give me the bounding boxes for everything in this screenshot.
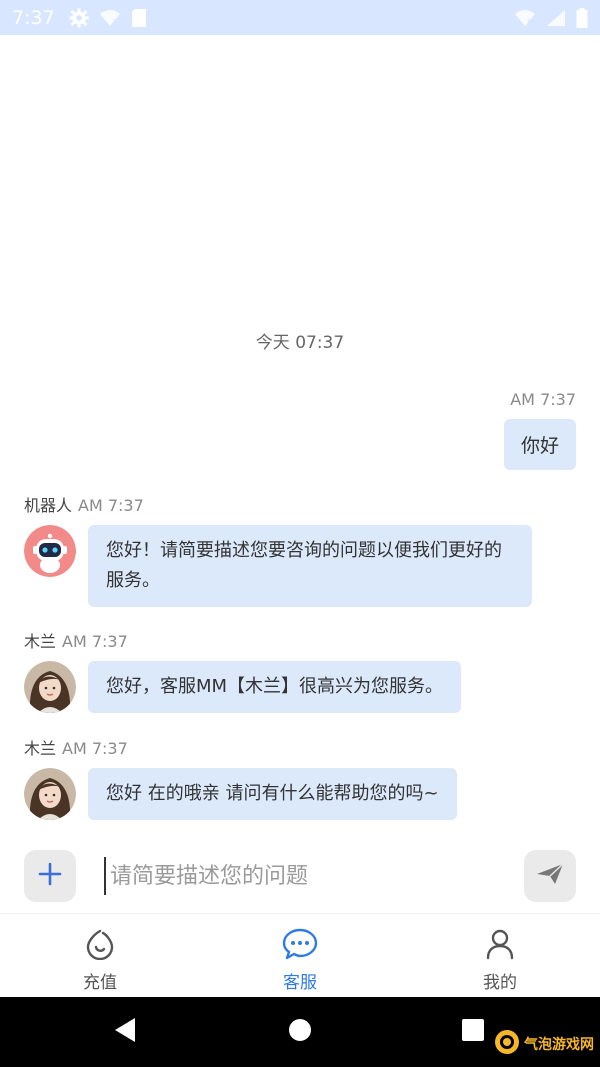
message-bubble: 您好 在的哦亲 请问有什么能帮助您的吗~ [88, 768, 457, 820]
robot-avatar[interactable] [24, 525, 76, 577]
battery-icon [576, 7, 588, 28]
tab-label: 我的 [483, 973, 517, 993]
plus-icon [38, 862, 62, 890]
sd-card-icon [131, 8, 147, 28]
signal-icon [546, 9, 566, 27]
back-triangle-icon [113, 1017, 137, 1047]
settings-icon [69, 8, 89, 28]
date-separator: 今天 07:37 [255, 333, 345, 353]
received-message: 木兰 AM 7:37 您好 在的哦亲 请问有什么能帮助您的吗~ [24, 738, 584, 820]
agent-avatar[interactable] [24, 768, 76, 820]
status-time: 7:37 [12, 6, 55, 29]
send-icon [535, 862, 565, 890]
chat-area[interactable]: 今天 07:37 AM 7:37 你好 机器人 AM 7:37 您好！请简要描述… [0, 35, 600, 845]
send-button[interactable] [524, 850, 576, 902]
input-bar [0, 845, 600, 913]
sent-message-time: AM 7:37 [510, 390, 576, 409]
watermark: 气泡游戏网 [494, 1029, 594, 1059]
status-bar: 7:37 ? [0, 0, 600, 35]
add-attachment-button[interactable] [24, 850, 76, 902]
recent-square-icon [461, 1018, 485, 1046]
received-message: 木兰 AM 7:37 您好，客服MM【木兰】很高兴为您服务。 [24, 631, 584, 713]
svg-text:?: ? [112, 18, 116, 27]
tab-customer-service[interactable]: 客服 [200, 914, 400, 997]
back-button[interactable] [110, 1017, 140, 1047]
watermark-text: 气泡游戏网 [524, 1037, 594, 1053]
bubble-logo-icon [494, 1029, 520, 1059]
message-bubble: 您好，客服MM【木兰】很高兴为您服务。 [88, 661, 462, 713]
received-message: 机器人 AM 7:37 您好！请简要描述您要咨询的问题以便我们更好的服务。 [24, 495, 584, 607]
message-bubble: 您好！请简要描述您要咨询的问题以便我们更好的服务。 [88, 525, 532, 607]
recharge-icon [85, 928, 115, 964]
wifi-off-icon [514, 9, 536, 27]
message-time: AM 7:37 [62, 632, 128, 651]
agent-avatar[interactable] [24, 661, 76, 713]
tab-profile[interactable]: 我的 [400, 914, 600, 997]
message-input[interactable] [104, 857, 510, 895]
sender-name: 木兰 [24, 632, 57, 651]
wifi-question-icon: ? [99, 9, 121, 27]
tab-label: 客服 [283, 973, 317, 993]
message-time: AM 7:37 [78, 496, 144, 515]
tab-label: 充值 [83, 973, 117, 993]
home-circle-icon [288, 1018, 312, 1046]
sender-name: 机器人 [24, 496, 73, 515]
message-time: AM 7:37 [62, 739, 128, 758]
recent-apps-button[interactable] [458, 1017, 488, 1047]
home-button[interactable] [285, 1017, 315, 1047]
tab-recharge[interactable]: 充值 [0, 914, 200, 997]
system-nav-bar: 气泡游戏网 [0, 997, 600, 1067]
profile-icon [485, 928, 515, 964]
bottom-tab-bar: 充值 客服 我的 [0, 913, 600, 997]
sender-name: 木兰 [24, 739, 57, 758]
chat-icon [282, 928, 318, 964]
sent-message-bubble: 你好 [503, 419, 576, 470]
